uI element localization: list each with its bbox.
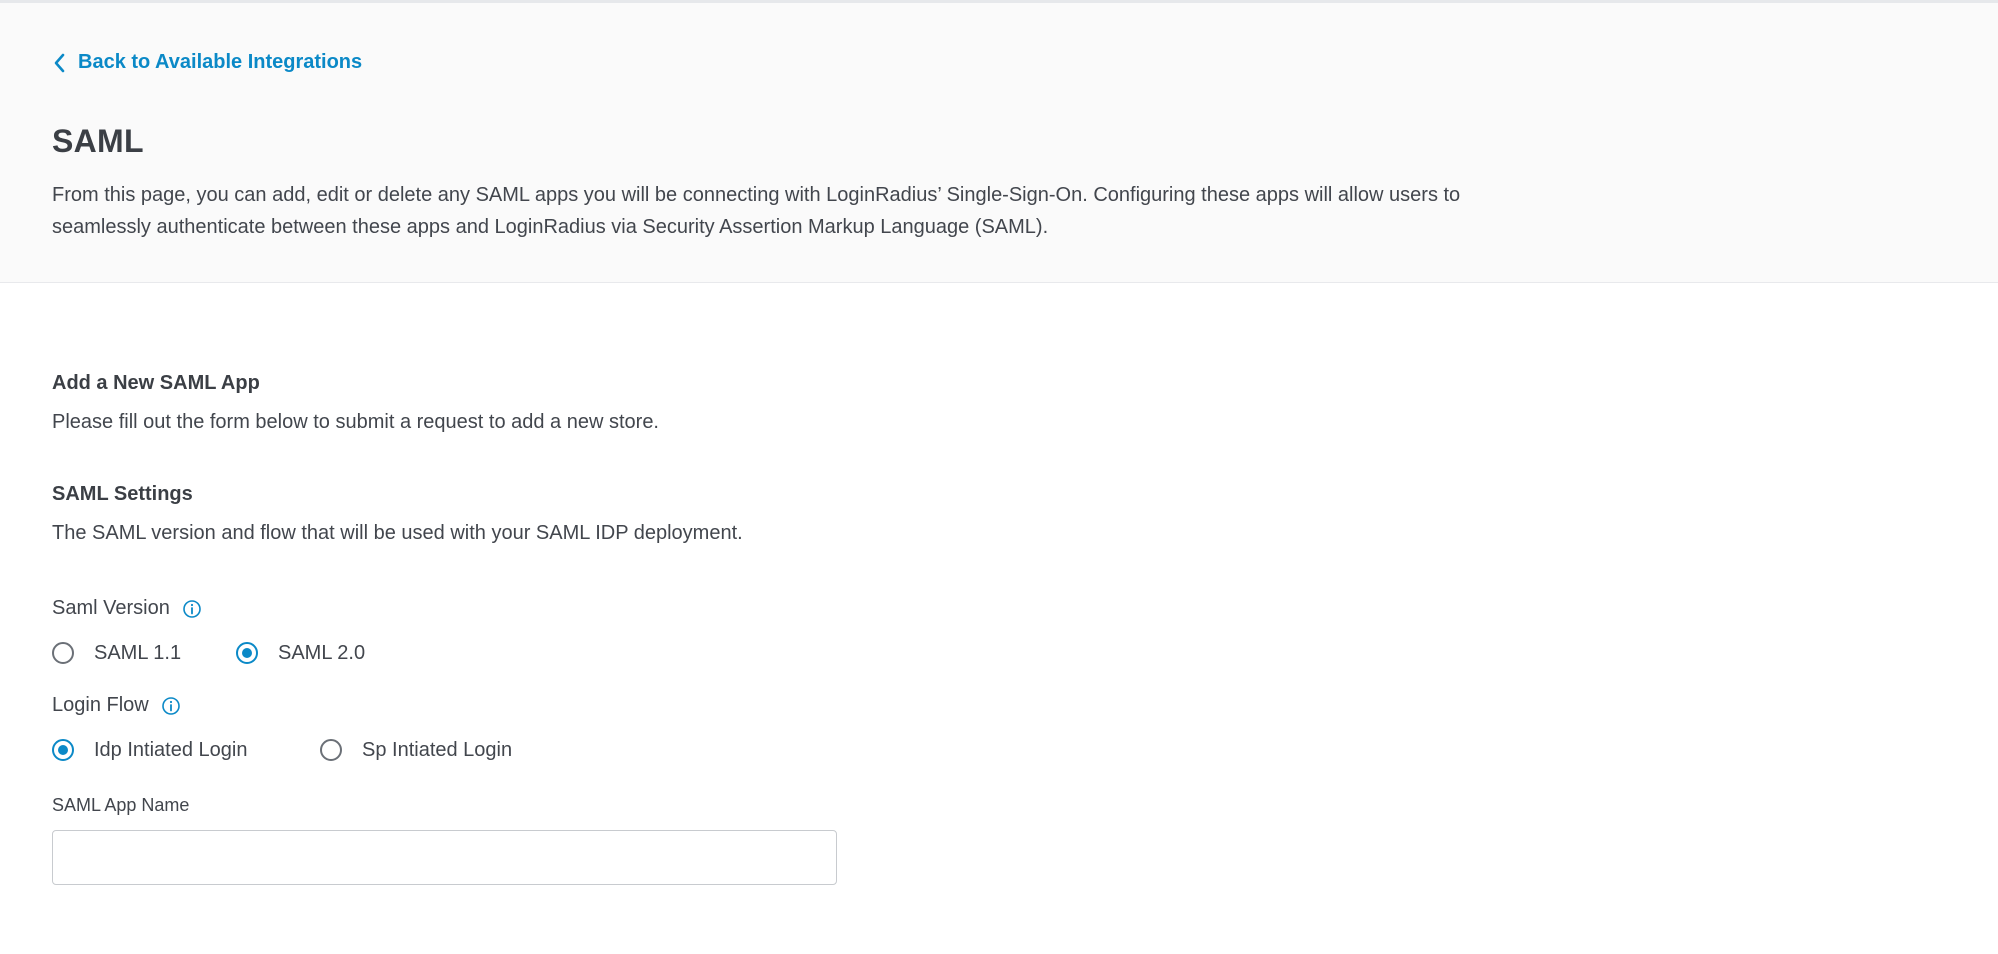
radio-saml-2-0[interactable]: SAML 2.0	[236, 642, 365, 665]
page-description: From this page, you can add, edit or del…	[52, 184, 1461, 238]
chevron-left-icon	[52, 52, 66, 74]
radio-idp-initiated-login[interactable]: Idp Intiated Login	[52, 739, 320, 762]
radio-label: Idp Intiated Login	[94, 738, 248, 761]
info-icon[interactable]	[161, 696, 181, 716]
saml-version-label: Saml Version	[52, 597, 202, 620]
back-link-label: Back to Available Integrations	[78, 51, 363, 73]
radio-circle[interactable]	[320, 739, 342, 761]
saml-app-name-input[interactable]	[52, 830, 837, 885]
radio-label: SAML 1.1	[94, 641, 182, 664]
radio-label: SAML 2.0	[278, 641, 366, 664]
radio-label: Sp Intiated Login	[362, 738, 513, 761]
add-app-title: Add a New SAML App	[52, 372, 260, 394]
back-to-integrations-link[interactable]: Back to Available Integrations	[52, 51, 362, 74]
saml-settings-description: The SAML version and flow that will be u…	[52, 522, 743, 544]
page-title: SAML	[52, 123, 144, 159]
saml-settings-title: SAML Settings	[52, 483, 193, 505]
login-flow-label-text: Login Flow	[52, 694, 149, 716]
saml-version-radio-group: SAML 1.1 SAML 2.0	[52, 640, 365, 666]
saml-version-label-text: Saml Version	[52, 597, 170, 619]
login-flow-radio-group: Idp Intiated Login Sp Intiated Login	[52, 737, 512, 763]
radio-circle-checked[interactable]	[236, 642, 258, 664]
saml-app-name-label: SAML App Name	[52, 795, 190, 815]
login-flow-label: Login Flow	[52, 694, 181, 717]
radio-circle-checked[interactable]	[52, 739, 74, 761]
radio-saml-1-1[interactable]: SAML 1.1	[52, 642, 236, 665]
info-icon[interactable]	[182, 599, 202, 619]
radio-sp-initiated-login[interactable]: Sp Intiated Login	[320, 739, 512, 762]
radio-circle[interactable]	[52, 642, 74, 664]
add-app-description: Please fill out the form below to submit…	[52, 411, 659, 433]
page-header: Back to Available Integrations SAML From…	[0, 3, 1998, 283]
